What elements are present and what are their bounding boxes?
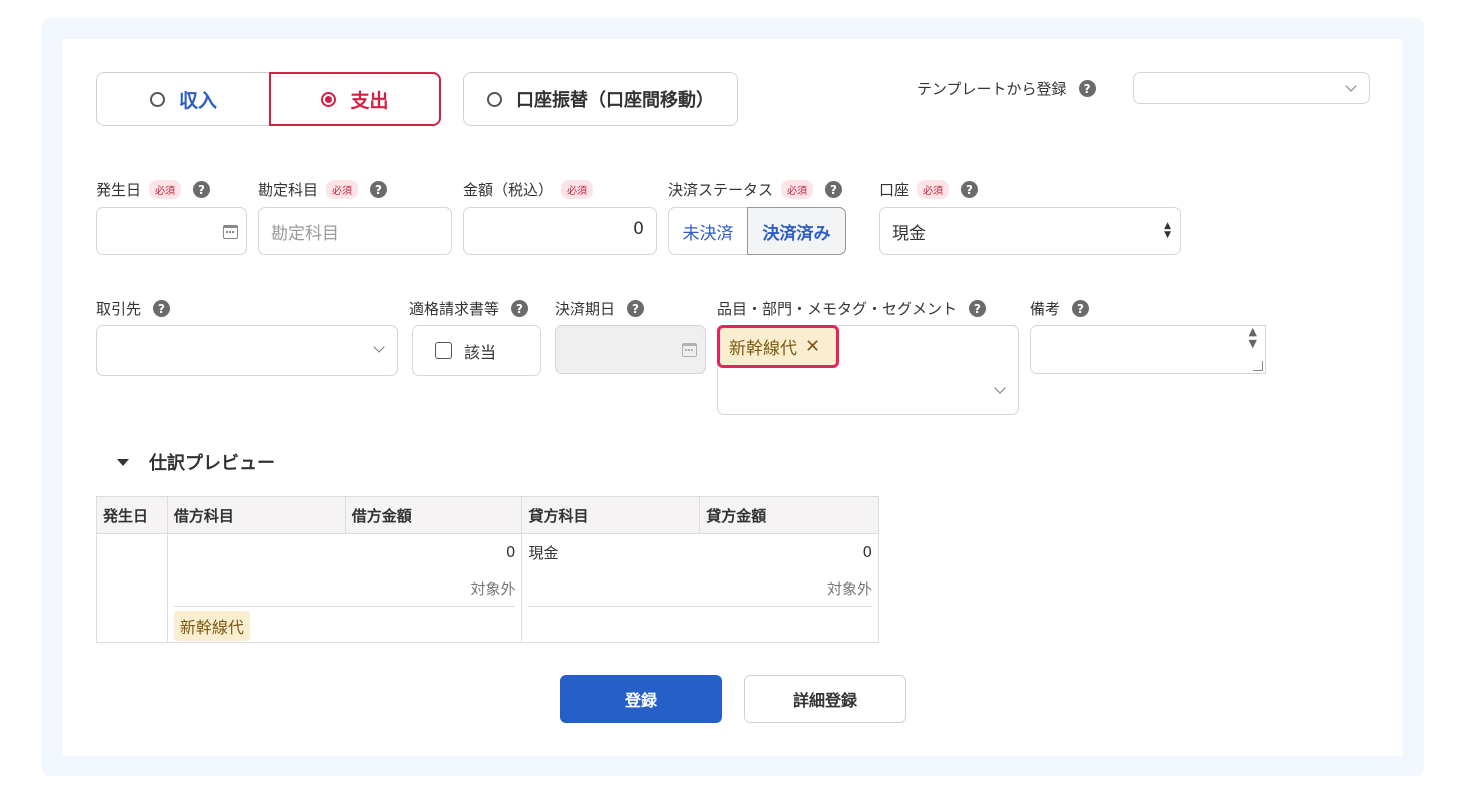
- paid-label: 決済済み: [762, 223, 831, 244]
- memo-textarea[interactable]: ▲ ▼: [1030, 325, 1266, 374]
- help-icon[interactable]: ?: [969, 300, 987, 317]
- table-row: 0 対象外 新幹線代 現金 0 対象外: [96, 533, 879, 643]
- chevron-down-icon: [373, 341, 385, 353]
- date-label: 発生日: [96, 181, 142, 199]
- credit-account: 現金: [528, 543, 559, 562]
- partner-label-row: 取引先 ?: [96, 298, 171, 319]
- help-icon[interactable]: ?: [825, 181, 843, 198]
- checkbox-icon[interactable]: [435, 342, 452, 359]
- due-date-label-row: 決済期日 ?: [555, 298, 645, 319]
- divider: [528, 606, 872, 607]
- expense-label: 支出: [350, 89, 389, 112]
- divider: [173, 606, 516, 607]
- selected-tag[interactable]: 新幹線代 ✕: [717, 325, 839, 368]
- resize-handle-icon[interactable]: [1253, 361, 1263, 371]
- required-badge: 必須: [917, 180, 950, 199]
- tags-label-row: 品目・部門・メモタグ・セグメント ?: [717, 298, 987, 319]
- debit-tax: 対象外: [470, 579, 516, 598]
- amount-label: 金額（税込）: [463, 181, 554, 199]
- spinner-icon[interactable]: ▲ ▼: [1249, 326, 1257, 350]
- column-header: 借方科目: [166, 496, 346, 534]
- radio-off-icon: [149, 91, 165, 107]
- register-button[interactable]: 登録: [560, 675, 722, 723]
- column-header: 貸方科目: [521, 496, 701, 534]
- updown-icon: ▲ ▼: [1164, 221, 1171, 240]
- wallet-label: 口座: [879, 181, 910, 199]
- chevron-down-icon: [1345, 80, 1357, 92]
- required-badge: 必須: [781, 180, 814, 199]
- caret-down-icon: [117, 458, 129, 466]
- date-input[interactable]: [96, 207, 247, 255]
- chevron-down-icon: [994, 382, 1006, 394]
- partner-label: 取引先: [96, 300, 142, 318]
- tags-label: 品目・部門・メモタグ・セグメント: [717, 300, 958, 318]
- credit-line: 現金 0: [522, 534, 878, 570]
- help-icon[interactable]: ?: [961, 181, 979, 198]
- journal-preview-title: 仕訳プレビュー: [149, 453, 275, 474]
- help-icon[interactable]: ?: [1072, 300, 1090, 317]
- required-badge: 必須: [326, 180, 359, 199]
- status-paid-button[interactable]: 決済済み: [747, 207, 846, 255]
- amount-input[interactable]: 0: [463, 207, 657, 255]
- template-label-row: テンプレートから登録 ?: [917, 78, 1096, 99]
- payment-status-label: 決済ステータス: [668, 181, 774, 199]
- date-label-row: 発生日 必須 ?: [96, 179, 211, 200]
- credit-amount: 0: [862, 543, 872, 561]
- account-label: 勘定科目: [258, 181, 319, 199]
- credit-tax: 対象外: [826, 579, 872, 598]
- calendar-icon: [682, 343, 697, 357]
- memo-label: 備考: [1030, 300, 1061, 318]
- unpaid-label: 未決済: [682, 223, 734, 244]
- payment-status-label-row: 決済ステータス 必須 ?: [668, 179, 843, 200]
- income-radio-button[interactable]: 収入: [96, 72, 271, 126]
- column-header: 貸方金額: [699, 496, 879, 534]
- help-icon[interactable]: ?: [153, 300, 171, 317]
- help-icon[interactable]: ?: [370, 181, 388, 198]
- wallet-value: 現金: [892, 224, 926, 244]
- memo-label-row: 備考 ?: [1030, 298, 1090, 319]
- help-icon[interactable]: ?: [193, 181, 211, 198]
- help-icon[interactable]: ?: [511, 300, 529, 317]
- date-cell: [96, 533, 168, 643]
- account-label-row: 勘定科目 必須 ?: [258, 179, 388, 200]
- wallet-label-row: 口座 必須 ?: [879, 179, 979, 200]
- amount-label-row: 金額（税込） 必須: [463, 179, 594, 200]
- debit-amount: 0: [505, 543, 516, 561]
- template-select[interactable]: [1133, 72, 1370, 104]
- help-icon[interactable]: ?: [1078, 80, 1096, 97]
- status-unpaid-button[interactable]: 未決済: [668, 207, 748, 255]
- journal-preview-table: 発生日 借方科目 借方金額 貸方科目 貸方金額 0 対象外 新幹線代 現金 0 …: [96, 496, 879, 643]
- calendar-icon[interactable]: [223, 225, 238, 239]
- invoice-label: 適格請求書等: [409, 300, 500, 318]
- column-header: 借方金額: [344, 496, 523, 534]
- invoice-checkbox[interactable]: 該当: [412, 325, 541, 376]
- credit-cell: 現金 0 対象外: [521, 533, 879, 643]
- partner-select[interactable]: [96, 325, 398, 376]
- wallet-select[interactable]: 現金 ▲ ▼: [879, 207, 1181, 255]
- account-input[interactable]: 勘定科目: [258, 207, 452, 255]
- required-badge: 必須: [149, 180, 182, 199]
- required-badge: 必須: [561, 180, 594, 199]
- due-date-label: 決済期日: [555, 300, 616, 318]
- close-icon[interactable]: ✕: [805, 336, 820, 357]
- amount-value: 0: [633, 219, 644, 239]
- debit-tag-chip: 新幹線代: [173, 611, 250, 641]
- invoice-checkbox-label: 該当: [464, 342, 497, 362]
- help-icon[interactable]: ?: [627, 300, 645, 317]
- transfer-radio-button[interactable]: 口座振替（口座間移動）: [463, 72, 738, 126]
- selected-tag-label: 新幹線代: [729, 339, 797, 359]
- detail-register-button[interactable]: 詳細登録: [744, 675, 906, 723]
- column-header: 発生日: [96, 496, 168, 534]
- invoice-label-row: 適格請求書等 ?: [409, 298, 529, 319]
- template-label: テンプレートから登録: [917, 80, 1067, 98]
- due-date-input[interactable]: [555, 325, 706, 374]
- expense-radio-button[interactable]: 支出: [269, 72, 441, 126]
- journal-preview-toggle[interactable]: 仕訳プレビュー: [117, 449, 275, 475]
- transfer-label: 口座振替（口座間移動）: [516, 90, 714, 111]
- income-label: 収入: [178, 89, 217, 112]
- debit-cell: 0 対象外 新幹線代: [166, 533, 523, 643]
- radio-on-icon: [321, 91, 337, 107]
- account-placeholder: 勘定科目: [271, 224, 339, 244]
- radio-off-icon: [487, 91, 502, 107]
